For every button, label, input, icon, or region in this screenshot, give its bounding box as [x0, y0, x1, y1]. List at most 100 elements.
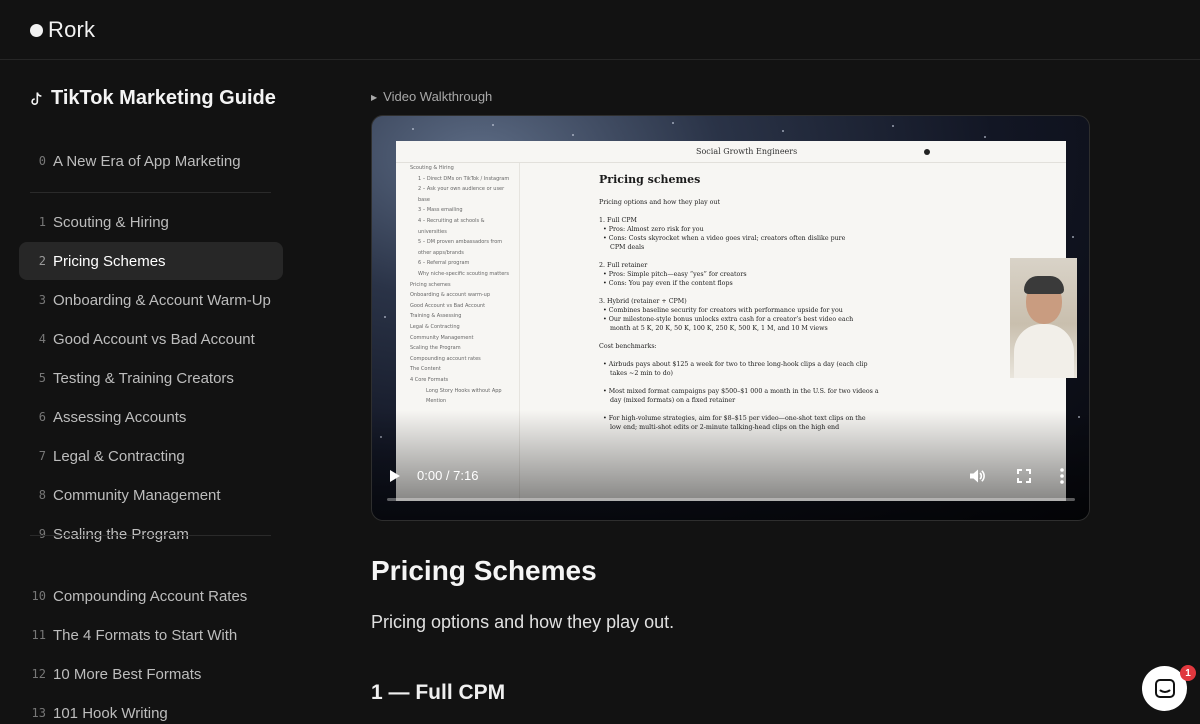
disclosure-triangle-icon: ▶	[371, 93, 378, 102]
sidebar-item[interactable]: 0 A New Era of App Marketing	[19, 142, 283, 180]
video-star	[412, 128, 414, 130]
video-doc-toc-item: 3 – Mass emailing	[418, 207, 463, 214]
guide-title: TikTok Marketing Guide	[30, 87, 276, 110]
video-walkthrough-label: Video Walkthrough	[383, 89, 493, 104]
video-doc-line: 2. Full retainer	[599, 262, 648, 269]
sidebar-item-label: Legal & Contracting	[53, 447, 185, 465]
video-doc-toc-item: Pricing schemes	[410, 281, 451, 288]
video-doc-line: • Cons: Costs skyrocket when a video goe…	[603, 235, 846, 242]
video-doc-brand: Social Growth Engineers	[696, 147, 798, 156]
sidebar-item-number: 8	[38, 488, 46, 502]
sidebar-item[interactable]: 11 The 4 Formats to Start With	[19, 616, 283, 654]
video-doc-toc-item: base	[418, 196, 430, 203]
page-title: Pricing Schemes	[371, 555, 597, 586]
top-bar: Rork	[0, 0, 1200, 60]
video-doc-toc-item: 2 – Ask your own audience or user	[418, 186, 505, 193]
brand-name: Rork	[48, 17, 96, 42]
chat-icon	[1154, 678, 1175, 698]
sidebar-item-number: 3	[38, 293, 46, 307]
video-doc-toc-item: Good Account vs Bad Account	[410, 302, 486, 309]
sidebar-item-label: Pricing Schemes	[53, 252, 166, 270]
tiktok-icon	[31, 91, 42, 105]
video-doc-toc-item: universities	[418, 228, 447, 235]
sidebar-item[interactable]: 7 Legal & Contracting	[19, 437, 283, 475]
video-walkthrough-toggle[interactable]: ▶ Video Walkthrough	[371, 89, 492, 104]
play-icon[interactable]	[390, 470, 400, 482]
video-doc-toc-item: Scouting & Hiring	[410, 165, 454, 171]
video-doc-heading: Pricing schemes	[599, 173, 701, 186]
video-doc-line: • Pros: Simple pitch—easy “yes” for crea…	[603, 271, 747, 278]
sidebar-item[interactable]: 5 Testing & Training Creators	[19, 359, 283, 397]
section-heading: 1 — Full CPM	[371, 681, 506, 704]
sidebar-item-number: 9	[38, 527, 46, 541]
sidebar-divider	[30, 192, 271, 193]
video-doc-toc-item: 5 – DM proven ambassadors from	[418, 239, 503, 246]
video-doc-toc-item: 1 – Direct DMs on TikTok / Instagram	[418, 175, 510, 182]
video-doc-spacer	[599, 252, 899, 261]
brand-logo[interactable]: Rork	[30, 17, 95, 43]
volume-icon[interactable]	[968, 467, 986, 485]
video-doc-toc-item: Mention	[426, 398, 447, 405]
sidebar-item-number: 1	[38, 215, 46, 229]
sidebar-divider	[30, 535, 271, 536]
video-doc-toc-item: Onboarding & account warm-up	[410, 292, 490, 299]
video-star	[672, 122, 674, 124]
sidebar-item-label: The 4 Formats to Start With	[53, 626, 238, 644]
video-doc-header: Social Growth Engineers	[396, 141, 1066, 163]
sidebar-item[interactable]: 8 Community Management	[19, 476, 283, 514]
webcam-person-torso	[1014, 324, 1074, 378]
video-doc-line: 1. Full CPM	[599, 217, 637, 224]
video-doc-toc-item: Why niche-specific scouting matters	[418, 271, 509, 277]
video-doc-toc-item: The Content	[410, 366, 441, 373]
video-doc-toc-item: Scaling the Program	[410, 345, 461, 352]
sidebar-item[interactable]: 4 Good Account vs Bad Account	[19, 320, 283, 358]
video-doc-toc-item: 6 – Referral program	[418, 260, 470, 267]
video-doc-spacer	[599, 207, 899, 216]
sidebar-item[interactable]: 3 Onboarding & Account Warm-Up	[19, 281, 283, 319]
sidebar-item[interactable]: 2 Pricing Schemes	[19, 242, 283, 280]
sidebar-item-number: 0	[38, 154, 46, 168]
sidebar-item-label: 101 Hook Writing	[53, 704, 168, 722]
sidebar-item-label: Testing & Training Creators	[53, 369, 234, 387]
sidebar-item-label: Good Account vs Bad Account	[53, 330, 255, 348]
more-vertical-icon[interactable]	[1059, 467, 1065, 485]
video-doc-line: • Cons: You pay even if the content flop…	[603, 280, 733, 287]
video-doc-toc-item: Community Management	[410, 334, 474, 341]
fullscreen-icon[interactable]	[1015, 467, 1033, 485]
sidebar-item[interactable]: 12 10 More Best Formats	[19, 655, 283, 693]
sidebar-item-label: 10 More Best Formats	[53, 665, 202, 683]
sidebar-item-label: Compounding Account Rates	[53, 587, 248, 605]
video-player[interactable]: Social Growth Engineers Scouting & Hirin…	[371, 115, 1090, 521]
sidebar-item[interactable]: 6 Assessing Accounts	[19, 398, 283, 436]
video-doc-line: Pricing options and how they play out	[599, 199, 721, 206]
video-doc-toc-item: Training & Assessing	[410, 313, 462, 320]
sidebar-item-label: A New Era of App Marketing	[53, 152, 241, 170]
video-doc-toc-item: 4 Core Formats	[410, 377, 449, 383]
video-star	[1072, 236, 1074, 238]
video-star	[984, 136, 986, 138]
video-doc-line: day (mixed formats) on a fixed retainer	[610, 397, 736, 404]
sidebar-item-number: 2	[38, 254, 46, 268]
sidebar-item[interactable]: 9 Scaling the Program	[19, 515, 283, 553]
sidebar-item-number: 10	[31, 589, 46, 603]
video-star	[572, 134, 574, 136]
sidebar-item[interactable]: 10 Compounding Account Rates	[19, 577, 283, 615]
video-progress-bar[interactable]	[387, 498, 1075, 501]
video-doc-dot-icon	[924, 149, 930, 155]
video-doc-spacer	[599, 333, 899, 342]
sidebar-item-label: Community Management	[53, 486, 221, 504]
video-doc-line: • Combines baseline security for creator…	[603, 307, 843, 314]
sidebar-item[interactable]: 13 101 Hook Writing	[19, 694, 283, 724]
webcam-person-cap	[1024, 276, 1064, 294]
video-doc-line: month at 5 K, 20 K, 50 K, 100 K, 250 K, …	[610, 325, 828, 332]
video-star	[384, 316, 386, 318]
page-lead: Pricing options and how they play out.	[371, 612, 675, 632]
video-doc-line: 3. Hybrid (retainer + CPM)	[599, 298, 687, 305]
video-controls: 0:00 / 7:16	[372, 460, 1089, 500]
video-doc-line: • Our milestone-style bonus unlocks extr…	[603, 316, 854, 323]
video-star	[892, 125, 894, 127]
video-doc-toc-item: 4 – Recruiting at schools &	[418, 218, 485, 224]
sidebar-item[interactable]: 1 Scouting & Hiring	[19, 203, 283, 241]
guide-title-text: TikTok Marketing Guide	[51, 87, 276, 109]
video-doc-spacer	[599, 351, 899, 360]
